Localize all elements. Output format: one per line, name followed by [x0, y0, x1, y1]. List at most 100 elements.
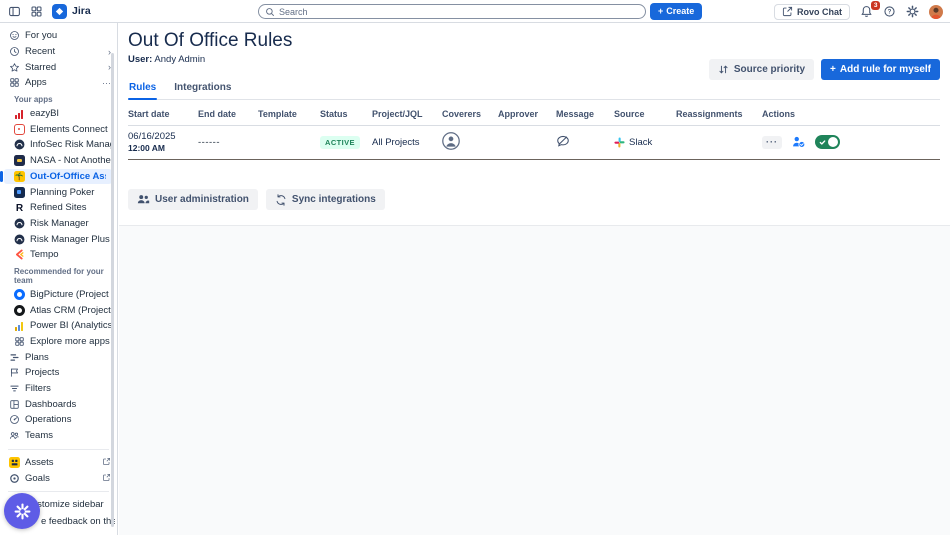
app-risk-manager[interactable]: Risk Manager: [0, 216, 117, 232]
col-reassignments: Reassignments: [676, 109, 762, 119]
sidebar-item-plans[interactable]: Plans: [0, 349, 117, 365]
lower-background-panel: [119, 225, 950, 535]
sidebar-item-projects[interactable]: Projects: [0, 365, 117, 381]
slack-icon: [614, 137, 625, 148]
add-rule-button[interactable]: + Add rule for myself: [821, 59, 940, 80]
tab-rules[interactable]: Rules: [128, 82, 157, 99]
rovo-chat-button[interactable]: Rovo Chat: [774, 4, 850, 20]
feedback-fab[interactable]: [4, 493, 40, 529]
rules-table: Start date End date Template Status Proj…: [128, 100, 940, 160]
sidebar-item-dashboards[interactable]: Dashboards: [0, 396, 117, 412]
notification-badge: 3: [871, 1, 880, 10]
col-source: Source: [614, 109, 676, 119]
svg-text:?: ?: [888, 9, 892, 16]
recent-clock-icon: [8, 46, 20, 57]
planning-poker-icon: [13, 187, 25, 198]
rec-bigpicture[interactable]: BigPicture (Project Ma...: [0, 287, 117, 303]
col-approver: Approver: [498, 109, 556, 119]
sidebar-scrollbar[interactable]: [111, 53, 114, 527]
rule-enabled-toggle[interactable]: [815, 135, 840, 149]
sidebar-item-recent[interactable]: Recent ›: [0, 44, 117, 60]
app-out-of-office-assistant[interactable]: Out-Of-Office Assistant: [4, 169, 112, 185]
table-header: Start date End date Template Status Proj…: [128, 100, 940, 126]
risk-manager-plus-icon: [13, 234, 25, 245]
topbar: Jira + Create Rovo Chat 3 ?: [0, 0, 950, 23]
sidebar-item-apps[interactable]: Apps ···: [0, 75, 117, 91]
sidebar-item-operations[interactable]: Operations: [0, 412, 117, 428]
rec-power-bi[interactable]: Power BI (Analytics): [0, 318, 117, 334]
rovo-chat-icon: [782, 6, 793, 17]
topbar-right: Rovo Chat 3 ?: [774, 0, 943, 23]
app-planning-poker[interactable]: Planning Poker: [0, 184, 117, 200]
col-end-date: End date: [198, 109, 258, 119]
app-switcher-icon[interactable]: [30, 5, 43, 18]
sidebar-item-for-you[interactable]: For you: [0, 28, 117, 44]
tab-integrations[interactable]: Integrations: [173, 82, 232, 99]
goals-target-icon: [8, 473, 20, 484]
sidebar-item-assets[interactable]: Assets: [0, 455, 117, 471]
plus-icon: +: [658, 6, 663, 16]
cell-source: Slack: [614, 137, 676, 148]
explore-more-apps[interactable]: Explore more apps: [0, 334, 117, 350]
settings-gear-icon[interactable]: [906, 5, 919, 18]
app-risk-manager-plus[interactable]: Risk Manager Plus: [0, 231, 117, 247]
rec-atlas-crm[interactable]: Atlas CRM (Project Ma...: [0, 302, 117, 318]
cell-status: ACTIVE: [320, 136, 372, 149]
for-you-icon: [8, 30, 20, 41]
app-tempo[interactable]: Tempo: [0, 247, 117, 263]
tempo-icon: [13, 249, 25, 260]
help-icon[interactable]: ?: [883, 5, 896, 18]
sidebar-item-goals[interactable]: Goals: [0, 470, 117, 486]
app-eazybi[interactable]: eazyBI: [0, 106, 117, 122]
col-coverers: Coverers: [442, 109, 498, 119]
filters-icon: [8, 383, 20, 394]
feedback-link[interactable]: e feedback on the n...: [41, 516, 115, 527]
sidebar-item-filters[interactable]: Filters: [0, 381, 117, 397]
create-button[interactable]: + Create: [650, 3, 702, 20]
col-project-jql: Project/JQL: [372, 109, 442, 119]
cell-coverers: [442, 132, 498, 153]
app-refined-sites[interactable]: R Refined Sites: [0, 200, 117, 216]
elements-connect-icon: [13, 124, 25, 135]
your-apps-label: Your apps: [0, 91, 117, 106]
more-icon[interactable]: ···: [102, 78, 111, 88]
reassign-person-check-icon[interactable]: [791, 135, 806, 149]
sidebar-toggle-icon[interactable]: [8, 5, 21, 18]
jira-logo[interactable]: Jira: [52, 4, 91, 19]
assets-icon: [8, 457, 20, 468]
nasa-icon: [13, 155, 25, 166]
tabs: Rules Integrations: [128, 82, 940, 100]
people-icon: [137, 193, 150, 206]
toggle-knob: [828, 137, 839, 148]
search-bar[interactable]: [258, 4, 646, 19]
row-more-button[interactable]: ···: [762, 136, 782, 149]
coverer-avatar-icon[interactable]: [442, 132, 460, 150]
out-of-office-palm-icon: [13, 171, 25, 182]
external-link-icon: [102, 473, 111, 484]
page-title: Out Of Office Rules: [128, 30, 950, 52]
footer-buttons: User administration Sync integrations: [128, 189, 950, 210]
sidebar-divider: [8, 449, 109, 450]
operations-radar-icon: [8, 414, 20, 425]
sync-integrations-button[interactable]: Sync integrations: [266, 189, 385, 210]
search-input[interactable]: [279, 7, 639, 17]
app-nasa[interactable]: NASA - Not Another S...: [0, 153, 117, 169]
recommended-label: Recommended for your team: [0, 263, 117, 287]
header-actions: Source priority + Add rule for myself: [709, 59, 940, 80]
jira-app-name: Jira: [72, 5, 91, 17]
user-avatar[interactable]: [929, 5, 943, 19]
star-icon: [8, 62, 20, 73]
app-elements-connect[interactable]: Elements Connect: [0, 121, 117, 137]
status-badge: ACTIVE: [320, 136, 360, 149]
col-actions: Actions: [762, 109, 940, 119]
user-administration-button[interactable]: User administration: [128, 189, 258, 210]
cell-project-jql: All Projects: [372, 137, 442, 148]
cell-message: [556, 134, 614, 151]
col-start-date: Start date: [128, 109, 198, 119]
source-priority-button[interactable]: Source priority: [709, 59, 814, 80]
sidebar-item-starred[interactable]: Starred ›: [0, 59, 117, 75]
app-infosec-risk-manager[interactable]: InfoSec Risk Manager: [0, 137, 117, 153]
sidebar-item-teams[interactable]: Teams: [0, 428, 117, 444]
plans-icon: [8, 352, 20, 363]
notifications-button[interactable]: 3: [860, 5, 873, 18]
